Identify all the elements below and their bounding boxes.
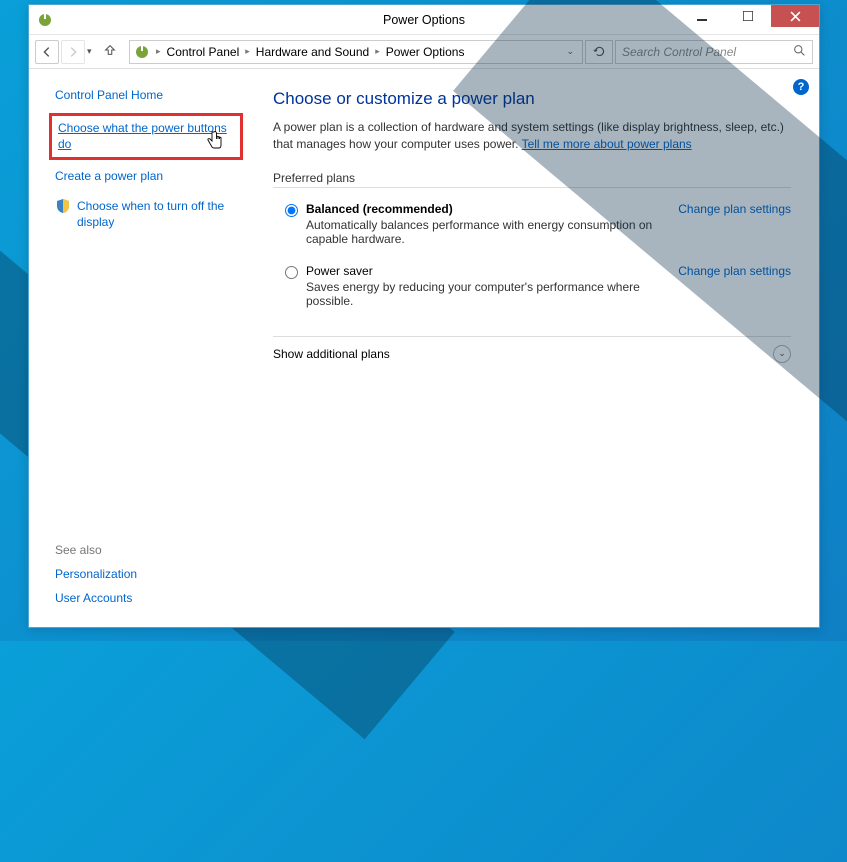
window-controls bbox=[679, 5, 819, 27]
plan-name: Balanced (recommended) bbox=[306, 202, 666, 216]
chevron-right-icon: ▸ bbox=[243, 46, 252, 57]
create-power-plan-link[interactable]: Create a power plan bbox=[55, 168, 237, 184]
power-options-window: Power Options ▾ ▸ bbox=[28, 4, 820, 628]
maximize-button[interactable] bbox=[725, 5, 771, 27]
personalization-link[interactable]: Personalization bbox=[55, 567, 237, 581]
plan-description: Saves energy by reducing your computer's… bbox=[306, 280, 666, 308]
chevron-down-icon[interactable]: ⌄ bbox=[773, 345, 791, 363]
show-additional-plans-row[interactable]: Show additional plans ⌄ bbox=[273, 336, 791, 363]
page-lead: A power plan is a collection of hardware… bbox=[273, 119, 791, 153]
plan-description: Automatically balances performance with … bbox=[306, 218, 666, 246]
plan-radio-power-saver[interactable] bbox=[285, 266, 298, 279]
titlebar: Power Options bbox=[29, 5, 819, 35]
breadcrumb-item[interactable]: Control Panel bbox=[167, 45, 240, 59]
refresh-button[interactable] bbox=[585, 40, 613, 64]
shield-icon bbox=[55, 198, 71, 214]
history-dropdown-icon[interactable]: ▾ bbox=[87, 46, 101, 57]
turn-off-display-label: Choose when to turn off the display bbox=[77, 198, 237, 230]
plan-name: Power saver bbox=[306, 264, 666, 278]
preferred-plans-header: Preferred plans bbox=[273, 171, 791, 185]
chevron-right-icon: ▸ bbox=[154, 46, 163, 57]
content-body: ? Control Panel Home Choose what the pow… bbox=[29, 69, 819, 627]
change-plan-settings-link[interactable]: Change plan settings bbox=[678, 264, 791, 278]
highlighted-selection: Choose what the power buttons do bbox=[49, 113, 243, 159]
control-panel-home-link[interactable]: Control Panel Home bbox=[55, 87, 237, 103]
address-dropdown-icon[interactable]: ⌄ bbox=[562, 46, 578, 57]
plan-row: Power saver Saves energy by reducing you… bbox=[273, 260, 791, 322]
up-button[interactable] bbox=[103, 43, 127, 60]
show-additional-label: Show additional plans bbox=[273, 347, 773, 361]
chevron-right-icon: ▸ bbox=[373, 46, 382, 57]
search-placeholder: Search Control Panel bbox=[622, 45, 736, 59]
minimize-button[interactable] bbox=[679, 5, 725, 27]
sidebar: Control Panel Home Choose what the power… bbox=[29, 69, 245, 627]
back-button[interactable] bbox=[35, 40, 59, 64]
turn-off-display-link[interactable]: Choose when to turn off the display bbox=[55, 198, 237, 230]
help-icon[interactable]: ? bbox=[793, 79, 809, 95]
forward-button[interactable] bbox=[61, 40, 85, 64]
user-accounts-link[interactable]: User Accounts bbox=[55, 591, 237, 605]
change-plan-settings-link[interactable]: Change plan settings bbox=[678, 202, 791, 216]
lead-text: A power plan is a collection of hardware… bbox=[273, 120, 784, 151]
preferred-plans-box: Balanced (recommended) Automatically bal… bbox=[273, 187, 791, 322]
close-button[interactable] bbox=[771, 5, 819, 27]
see-also-header: See also bbox=[55, 543, 237, 557]
plan-row: Balanced (recommended) Automatically bal… bbox=[273, 198, 791, 260]
window-title: Power Options bbox=[383, 13, 465, 27]
plan-radio-balanced[interactable] bbox=[285, 204, 298, 217]
app-icon bbox=[37, 12, 53, 28]
breadcrumb-item[interactable]: Power Options bbox=[386, 45, 465, 59]
learn-more-link[interactable]: Tell me more about power plans bbox=[522, 137, 692, 151]
address-icon bbox=[134, 44, 150, 60]
breadcrumb-item[interactable]: Hardware and Sound bbox=[256, 45, 369, 59]
page-heading: Choose or customize a power plan bbox=[273, 89, 791, 109]
pointer-cursor-icon bbox=[206, 130, 224, 155]
navbar: ▾ ▸ Control Panel ▸ Hardware and Sound ▸… bbox=[29, 35, 819, 69]
search-input[interactable]: Search Control Panel bbox=[615, 40, 813, 64]
search-icon bbox=[793, 44, 806, 60]
main-pane: Choose or customize a power plan A power… bbox=[245, 69, 819, 627]
address-bar[interactable]: ▸ Control Panel ▸ Hardware and Sound ▸ P… bbox=[129, 40, 583, 64]
